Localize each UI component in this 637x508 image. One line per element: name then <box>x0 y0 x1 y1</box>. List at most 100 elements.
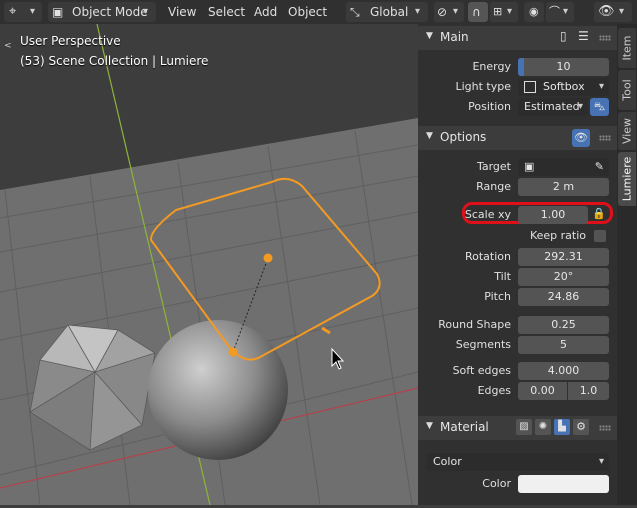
edges-max-field[interactable]: 1.0 <box>568 382 609 400</box>
snap-target-dropdown[interactable]: ⊞ ▾ <box>490 2 518 22</box>
light-origin-dot <box>228 347 238 357</box>
segments-field[interactable]: 5 <box>518 336 609 354</box>
range-field[interactable]: 2 m <box>518 178 609 196</box>
soft-edges-field[interactable]: 4.000 <box>518 362 609 380</box>
orientation-dropdown[interactable]: ⤡ Global ▾ <box>346 2 428 22</box>
light-type-dropdown[interactable]: Softbox ▾ <box>518 78 609 96</box>
collapse-arrow-icon: ▼ <box>426 31 433 41</box>
color-label: Color <box>482 477 511 490</box>
main-panel-header[interactable]: ▼ Main ▯ ☰ <box>418 26 617 50</box>
snap-icon: ∩ <box>472 5 481 19</box>
menu-object[interactable]: Object <box>288 2 327 22</box>
energy-label: Energy <box>472 60 511 73</box>
position-mode-button[interactable]: ⛍ <box>590 98 609 116</box>
panel-drag-handle[interactable] <box>599 425 611 431</box>
soft-edges-label: Soft edges <box>452 364 511 377</box>
color-mode-dropdown[interactable]: Color ▾ <box>427 453 609 471</box>
options-panel-title: Options <box>440 130 487 144</box>
eye-icon[interactable]: 👁 <box>572 129 590 147</box>
visibility-dropdown[interactable]: 👁 ▾ <box>594 2 632 22</box>
material-panel-title: Material <box>440 420 489 434</box>
tilt-label: Tilt <box>494 270 511 283</box>
tab-view[interactable]: View <box>618 112 636 150</box>
energy-fill <box>518 58 524 76</box>
viewport-collection-label: (53) Scene Collection | Lumiere <box>20 54 209 68</box>
lock-icon[interactable]: 🔒 <box>592 207 606 220</box>
chevron-down-icon: ▾ <box>30 6 36 17</box>
pitch-label: Pitch <box>484 290 511 303</box>
light-target-dot <box>263 253 273 263</box>
viewport-perspective-label: User Perspective <box>20 34 121 48</box>
image-icon[interactable]: ▨ <box>516 419 532 435</box>
car-icon: ⛍ <box>593 100 606 113</box>
color-mode-value: Color <box>433 455 462 468</box>
eyedropper-icon[interactable]: ✎ <box>595 158 604 176</box>
falloff-curve-icon: ⌒ <box>549 5 560 18</box>
collapse-arrow-icon: ▼ <box>426 421 433 431</box>
mouse-icon[interactable]: ▯ <box>560 29 567 43</box>
tab-lumiere[interactable]: Lumiere <box>618 152 636 206</box>
position-label: Position <box>468 100 511 113</box>
transform-orientation-icon: ⤡ <box>350 5 360 19</box>
target-field[interactable]: ▣ ✎ <box>518 158 609 176</box>
softbox-square-icon <box>524 81 536 93</box>
edges-label: Edges <box>477 384 511 397</box>
chevron-down-icon: ▾ <box>143 6 149 17</box>
keep-ratio-checkbox[interactable] <box>594 230 606 242</box>
rotation-field[interactable]: 292.31 <box>518 248 609 266</box>
material-panel-header[interactable]: ▼ Material ▨ ✺ ▙ ⚙ <box>418 416 617 440</box>
rotation-label: Rotation <box>464 250 511 263</box>
scale-xy-field[interactable]: 1.00 <box>518 206 588 224</box>
pivot-dropdown[interactable]: ⊘ ▾ <box>434 2 464 22</box>
sidebar-tabs: Item Tool View Lumiere <box>617 24 637 505</box>
position-dropdown[interactable]: Estimated ▾ <box>518 98 588 116</box>
menu-select[interactable]: Select <box>208 2 245 22</box>
keep-ratio-label: Keep ratio <box>529 229 586 242</box>
list-icon[interactable]: ☰ <box>578 29 589 43</box>
energy-slider[interactable]: 10 <box>518 58 609 76</box>
mode-dropdown[interactable]: ▣ Object Mode ▾ <box>48 2 156 22</box>
proportional-editing-toggle[interactable]: ◉ <box>524 2 544 22</box>
viewport-header: ⌖ ▾ ▣ Object Mode ▾ View Select Add Obje… <box>0 0 637 24</box>
tilt-field[interactable]: 20° <box>518 268 609 286</box>
panel-drag-handle[interactable] <box>599 35 611 41</box>
position-value: Estimated <box>524 100 580 113</box>
pivot-icon: ⊘ <box>437 5 448 19</box>
range-label: Range <box>476 180 511 193</box>
collapse-arrow-icon: ▼ <box>426 131 433 141</box>
round-shape-label: Round Shape <box>438 318 511 331</box>
tab-item[interactable]: Item <box>618 28 636 68</box>
eye-icon: 👁 <box>598 4 615 19</box>
round-shape-field[interactable]: 0.25 <box>518 316 609 334</box>
energy-value: 10 <box>556 60 571 73</box>
edges-min-field[interactable]: 0.00 <box>518 382 567 400</box>
main-panel-title: Main <box>440 30 469 44</box>
target-label: Target <box>476 160 511 173</box>
menu-add[interactable]: Add <box>254 2 277 22</box>
gear-icon[interactable]: ⚙ <box>573 419 589 435</box>
proportional-editing-icon: ◉ <box>529 5 539 18</box>
editor-type-button[interactable]: ⌖ ▾ <box>4 2 42 22</box>
chevron-down-icon: ▾ <box>619 6 625 17</box>
increment-snap-icon: ⊞ <box>493 5 503 18</box>
color-swatch[interactable] <box>518 475 609 493</box>
segments-label: Segments <box>455 338 511 351</box>
sphere-object <box>148 320 288 460</box>
menu-view[interactable]: View <box>168 2 196 22</box>
scale-xy-label: Scale xy <box>464 208 511 221</box>
tab-tool[interactable]: Tool <box>618 70 636 110</box>
options-panel-header[interactable]: ▼ Options 👁 <box>418 126 617 150</box>
chevron-down-icon: ▾ <box>598 81 604 92</box>
gradient-icon[interactable]: ▙ <box>554 419 570 435</box>
light-bulb-icon[interactable]: ✺ <box>535 419 551 435</box>
chevron-down-icon: ▾ <box>415 6 421 17</box>
pitch-field[interactable]: 24.86 <box>518 288 609 306</box>
svg-text:<: < <box>4 41 12 51</box>
snap-toggle[interactable]: ∩ <box>468 2 488 22</box>
chevron-down-icon: ▾ <box>577 101 583 112</box>
proportional-falloff-dropdown[interactable]: ⌒ ▾ <box>546 2 574 22</box>
panel-drag-handle[interactable] <box>599 135 611 141</box>
chevron-down-icon: ▾ <box>453 6 459 17</box>
chevron-down-icon: ▾ <box>507 6 513 17</box>
chevron-down-icon: ▾ <box>598 456 604 467</box>
